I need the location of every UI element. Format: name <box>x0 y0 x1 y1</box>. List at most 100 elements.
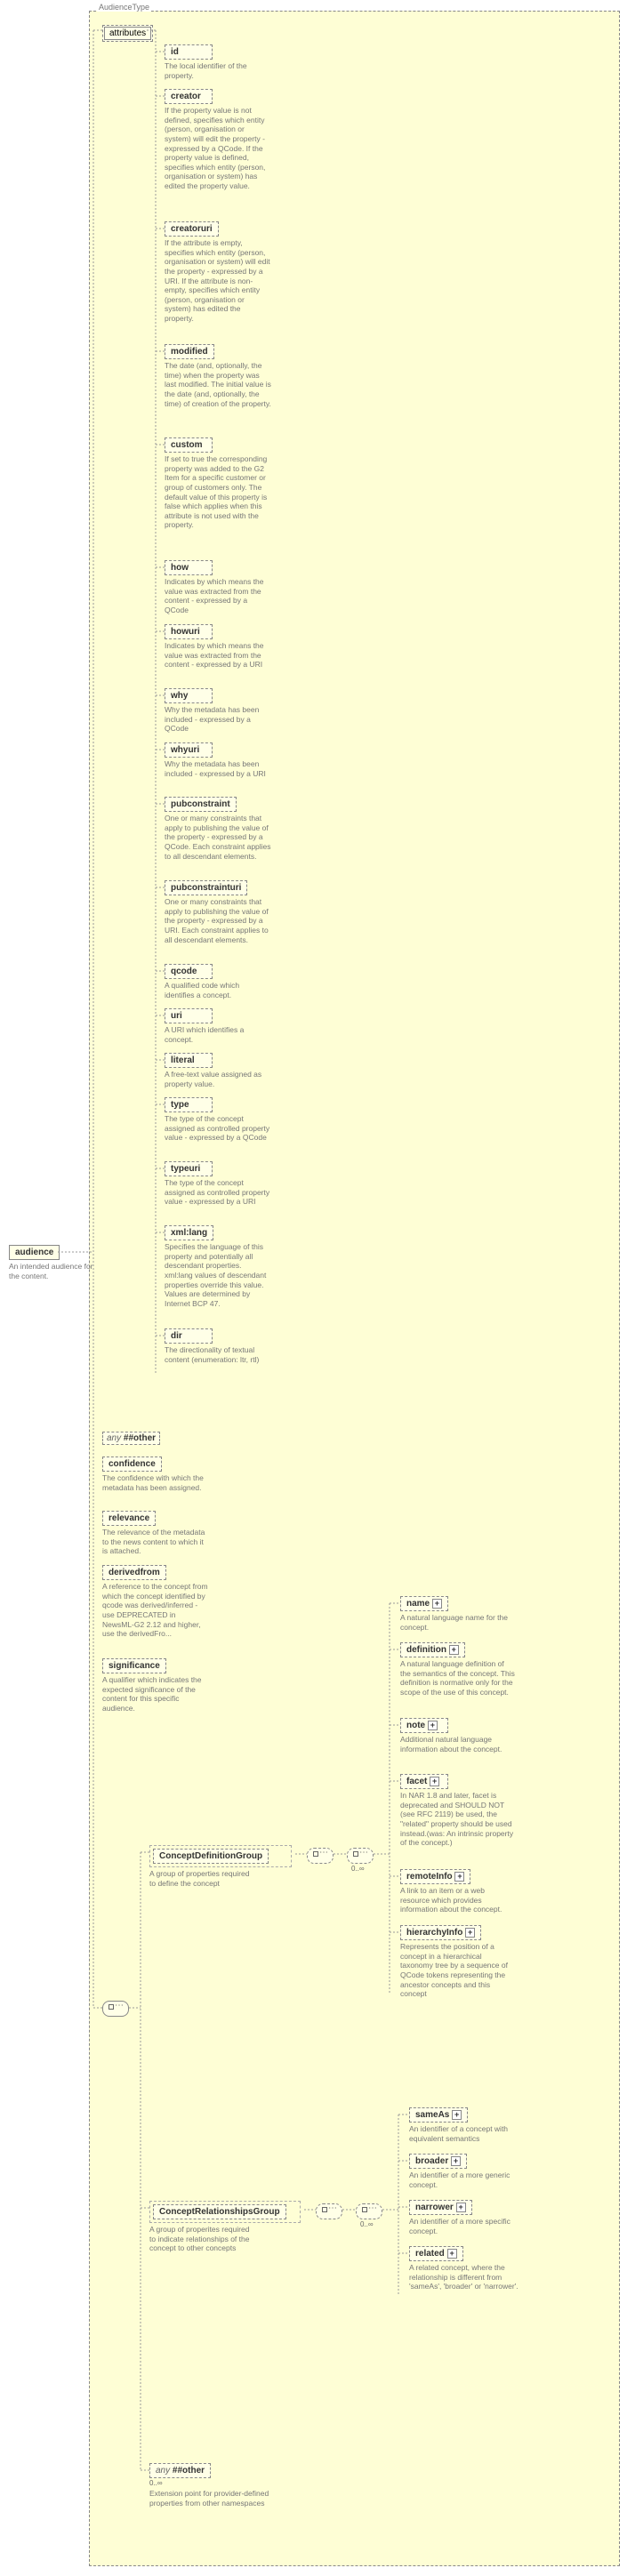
group-label: AudienceType <box>97 3 151 12</box>
attr-desc-how: Indicates by which means the value was e… <box>165 577 271 615</box>
expand-icon[interactable]: + <box>452 2110 462 2120</box>
attr-box-howuri[interactable]: howuri <box>165 624 213 639</box>
any-other-label: ##other <box>124 1433 156 1443</box>
attr-box-relevance[interactable]: relevance <box>102 1511 156 1526</box>
concept-def-group-desc: A group of properties required to define… <box>149 1869 256 1888</box>
def-box-definition[interactable]: definition + <box>400 1642 465 1657</box>
rel-desc-broader: An identifier of a more generic concept. <box>409 2171 525 2189</box>
attr-box-modified[interactable]: modified <box>165 344 214 359</box>
def-box-hierarchyInfo[interactable]: hierarchyInfo + <box>400 1925 481 1940</box>
attr-box-creatoruri[interactable]: creatoruri <box>165 221 219 237</box>
attr-box-dir[interactable]: dir <box>165 1328 213 1344</box>
def-box-note[interactable]: note + <box>400 1718 448 1733</box>
attr-modified: modified The date (and, optionally, the … <box>165 344 271 408</box>
attributes-box: attributes <box>102 25 153 42</box>
attr-significance: significance A qualifier which indicates… <box>102 1658 209 1713</box>
expand-icon[interactable]: + <box>430 1777 439 1786</box>
attributes-label: attributes <box>104 27 151 40</box>
attr-pubconstraint: pubconstraint One or many constraints th… <box>165 797 271 861</box>
attr-dir: dir The directionality of textual conten… <box>165 1328 271 1364</box>
occ-rel: 0..∞ <box>360 2220 374 2228</box>
attr-desc-why: Why the metadata has been included - exp… <box>165 705 271 734</box>
expand-icon[interactable]: + <box>465 1928 475 1938</box>
concept-def-group-label: ConceptDefinitionGroup <box>159 1851 262 1861</box>
attr-box-xml:lang[interactable]: xml:lang <box>165 1225 213 1240</box>
attr-desc-modified: The date (and, optionally, the time) whe… <box>165 361 271 408</box>
attr-uri: uri A URI which identifies a concept. <box>165 1008 271 1044</box>
attr-box-why[interactable]: why <box>165 688 213 703</box>
attr-box-creator[interactable]: creator <box>165 89 213 104</box>
expand-icon[interactable]: + <box>428 1721 438 1730</box>
attr-derivedfrom: derivedfrom A reference to the concept f… <box>102 1565 209 1639</box>
def-box-name[interactable]: name + <box>400 1596 448 1611</box>
def-desc-facet: In NAR 1.8 and later, facet is deprecate… <box>400 1791 516 1848</box>
expand-icon[interactable]: + <box>432 1599 442 1609</box>
def-box-facet[interactable]: facet + <box>400 1774 448 1789</box>
sequence-connector-main <box>102 2001 129 2017</box>
extension-point-occ: 0..∞ <box>149 2479 274 2487</box>
attr-how: how Indicates by which means the value w… <box>165 560 271 615</box>
concept-rel-group-box[interactable]: ConceptRelationshipsGroup <box>153 2204 286 2219</box>
rel-child-sameAs: sameAs + An identifier of a concept with… <box>409 2107 525 2143</box>
attr-desc-xml:lang: Specifies the language of this property … <box>165 1242 271 1308</box>
def-child-definition: definition + A natural language definiti… <box>400 1642 516 1697</box>
attr-box-significance[interactable]: significance <box>102 1658 166 1673</box>
rel-box-sameAs[interactable]: sameAs + <box>409 2107 468 2123</box>
rel-box-broader[interactable]: broader + <box>409 2154 467 2169</box>
def-desc-hierarchyInfo: Represents the position of a concept in … <box>400 1942 516 1999</box>
rel-desc-related: A related concept, where the relationshi… <box>409 2263 525 2291</box>
choice-def <box>347 1848 374 1864</box>
attr-box-pubconstraint[interactable]: pubconstraint <box>165 797 237 812</box>
attr-desc-type: The type of the concept assigned as cont… <box>165 1114 271 1143</box>
attr-creatoruri: creatoruri If the attribute is empty, sp… <box>165 221 271 324</box>
concept-relationships-group: ConceptRelationshipsGroup A group of pro… <box>149 2201 301 2253</box>
attr-box-type[interactable]: type <box>165 1097 213 1112</box>
attr-xmllang: xml:lang Specifies the language of this … <box>165 1225 271 1308</box>
def-desc-note: Additional natural language information … <box>400 1735 516 1753</box>
attr-desc-derivedfrom: A reference to the concept from which th… <box>102 1582 209 1639</box>
expand-icon[interactable]: + <box>456 2203 466 2212</box>
node-audience-label: audience <box>15 1248 53 1257</box>
def-box-remoteInfo[interactable]: remoteInfo + <box>400 1869 470 1884</box>
attr-custom: custom If set to true the corresponding … <box>165 437 271 530</box>
attr-box-uri[interactable]: uri <box>165 1008 213 1023</box>
concept-def-group-box[interactable]: ConceptDefinitionGroup <box>153 1849 269 1864</box>
def-child-name: name + A natural language name for the c… <box>400 1596 516 1632</box>
attr-creator: creator If the property value is not def… <box>165 89 271 191</box>
choice-rel <box>356 2203 382 2219</box>
attr-desc-id: The local identifier of the property. <box>165 61 271 80</box>
def-child-facet: facet + In NAR 1.8 and later, facet is d… <box>400 1774 516 1848</box>
expand-icon[interactable]: + <box>449 1645 459 1655</box>
attr-pubconstrainturi: pubconstrainturi One or many constraints… <box>165 880 271 944</box>
expand-icon[interactable]: + <box>447 2249 457 2259</box>
attr-box-pubconstrainturi[interactable]: pubconstrainturi <box>165 880 247 895</box>
attr-desc-significance: A qualifier which indicates the expected… <box>102 1675 209 1713</box>
expand-icon[interactable]: + <box>451 2156 461 2166</box>
concept-definition-group: ConceptDefinitionGroup A group of proper… <box>149 1845 292 1888</box>
attr-box-id[interactable]: id <box>165 44 213 60</box>
extension-point-label: ##other <box>173 2466 205 2476</box>
attr-box-literal[interactable]: literal <box>165 1053 213 1068</box>
node-audience-box[interactable]: audience <box>9 1245 60 1260</box>
attr-desc-howuri: Indicates by which means the value was e… <box>165 641 271 670</box>
rel-box-related[interactable]: related + <box>409 2246 463 2261</box>
rel-desc-narrower: An identifier of a more specific concept… <box>409 2217 525 2235</box>
concept-rel-group-desc: A group of properites required to indica… <box>149 2225 256 2253</box>
attr-box-whyuri[interactable]: whyuri <box>165 742 213 758</box>
attr-id: id The local identifier of the property. <box>165 44 271 80</box>
attr-desc-literal: A free-text value assigned as property v… <box>165 1070 271 1088</box>
attr-box-qcode[interactable]: qcode <box>165 964 213 979</box>
attr-howuri: howuri Indicates by which means the valu… <box>165 624 271 670</box>
expand-icon[interactable]: + <box>454 1872 464 1882</box>
attr-desc-creator: If the property value is not defined, sp… <box>165 106 271 191</box>
attr-box-custom[interactable]: custom <box>165 437 213 453</box>
attr-box-confidence[interactable]: confidence <box>102 1457 162 1472</box>
def-child-remoteInfo: remoteInfo + A link to an item or a web … <box>400 1869 516 1914</box>
attr-box-derivedfrom[interactable]: derivedfrom <box>102 1565 166 1580</box>
rel-box-narrower[interactable]: narrower + <box>409 2200 472 2215</box>
occ-def: 0..∞ <box>351 1865 365 1873</box>
attr-box-typeuri[interactable]: typeuri <box>165 1161 213 1176</box>
extension-point-desc: Extension point for provider-defined pro… <box>149 2489 274 2508</box>
attr-box-how[interactable]: how <box>165 560 213 575</box>
rel-child-narrower: narrower + An identifier of a more speci… <box>409 2200 525 2235</box>
